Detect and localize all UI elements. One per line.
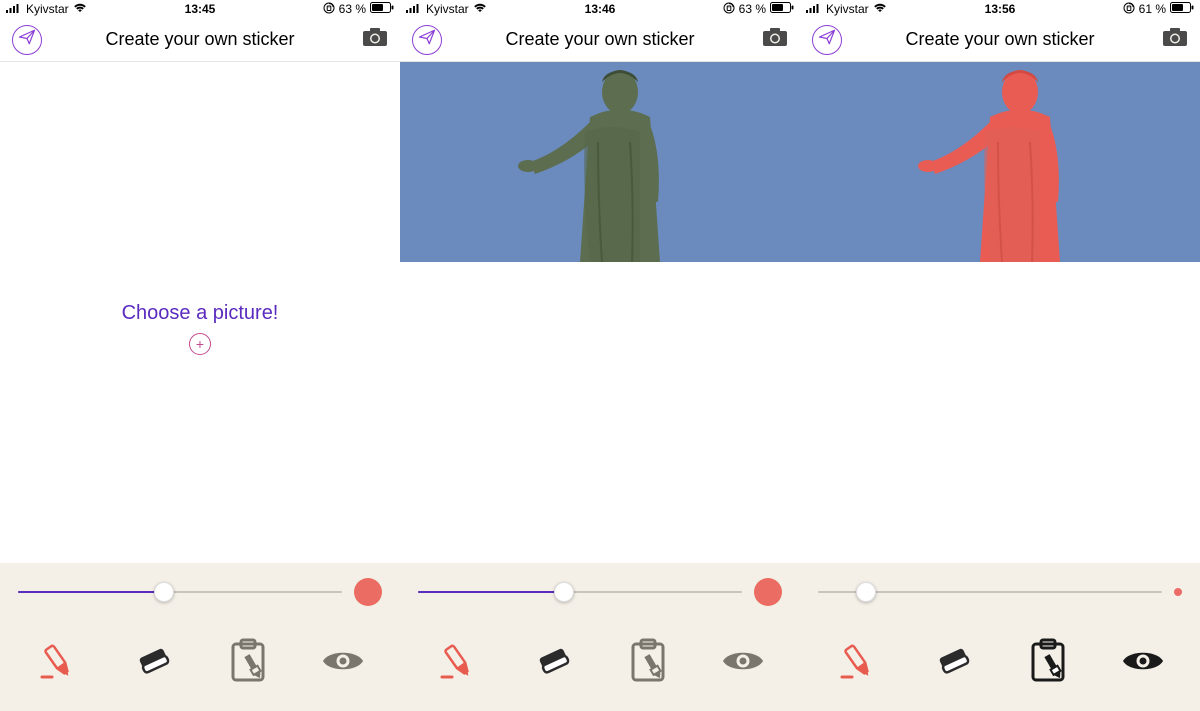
status-bar: Kyivstar 13:45 63 % <box>0 0 400 18</box>
camera-button[interactable] <box>762 27 788 52</box>
status-bar: Kyivstar 13:46 63 % <box>400 0 800 18</box>
send-button[interactable] <box>12 25 42 55</box>
brush-size-preview <box>354 578 382 606</box>
brush-size-preview <box>754 578 782 606</box>
send-icon <box>418 28 436 51</box>
status-bar: Kyivstar 13:56 61 % <box>800 0 1200 18</box>
canvas-image[interactable] <box>400 62 800 262</box>
marker-tool[interactable] <box>434 637 482 685</box>
nav-bar: Create your own sticker <box>0 18 400 62</box>
content-empty: Choose a picture! + <box>0 62 400 563</box>
tools-row <box>800 621 1200 711</box>
camera-icon <box>362 34 388 51</box>
signal-icon <box>406 2 422 16</box>
wifi-icon <box>73 2 87 16</box>
nav-bar: Create your own sticker <box>400 18 800 62</box>
add-picture-button[interactable]: + <box>189 333 211 355</box>
status-time: 13:45 <box>185 2 216 16</box>
status-time: 13:46 <box>585 2 616 16</box>
camera-icon <box>1162 34 1188 51</box>
clipboard-tool[interactable] <box>624 637 672 685</box>
content-image[interactable] <box>400 62 800 563</box>
clipboard-tool[interactable] <box>224 637 272 685</box>
battery-percent: 61 % <box>1139 2 1166 16</box>
brush-size-slider[interactable] <box>418 582 742 602</box>
eraser-tool[interactable] <box>929 637 977 685</box>
status-time: 13:56 <box>985 2 1016 16</box>
plus-icon: + <box>196 336 204 352</box>
brush-size-slider[interactable] <box>18 582 342 602</box>
preview-tool[interactable] <box>319 637 367 685</box>
brush-size-slider[interactable] <box>818 582 1162 602</box>
battery-percent: 63 % <box>739 2 766 16</box>
wifi-icon <box>473 2 487 16</box>
signal-icon <box>806 2 822 16</box>
battery-icon <box>370 2 394 16</box>
marker-tool[interactable] <box>834 637 882 685</box>
camera-button[interactable] <box>1162 27 1188 52</box>
tools-row <box>400 621 800 711</box>
camera-button[interactable] <box>362 27 388 52</box>
send-button[interactable] <box>412 25 442 55</box>
page-title: Create your own sticker <box>105 29 294 50</box>
orientation-lock-icon <box>323 2 335 17</box>
brush-size-row <box>400 563 800 621</box>
battery-percent: 63 % <box>339 2 366 16</box>
send-icon <box>18 28 36 51</box>
marker-tool[interactable] <box>34 637 82 685</box>
canvas-image[interactable] <box>800 62 1200 262</box>
nav-bar: Create your own sticker <box>800 18 1200 62</box>
signal-icon <box>6 2 22 16</box>
carrier-label: Kyivstar <box>826 2 869 16</box>
battery-icon <box>770 2 794 16</box>
tools-row <box>0 621 400 711</box>
preview-tool[interactable] <box>1119 637 1167 685</box>
carrier-label: Kyivstar <box>26 2 69 16</box>
clipboard-tool[interactable] <box>1024 637 1072 685</box>
orientation-lock-icon <box>723 2 735 17</box>
orientation-lock-icon <box>1123 2 1135 17</box>
screen-2: Kyivstar 13:46 63 % Create your own stic… <box>400 0 800 711</box>
preview-tool[interactable] <box>719 637 767 685</box>
brush-size-row <box>800 563 1200 621</box>
battery-icon <box>1170 2 1194 16</box>
bottom-toolbar <box>0 563 400 711</box>
choose-picture-label: Choose a picture! <box>0 302 400 325</box>
wifi-icon <box>873 2 887 16</box>
content-image[interactable] <box>800 62 1200 563</box>
page-title: Create your own sticker <box>905 29 1094 50</box>
brush-size-preview <box>1174 588 1182 596</box>
bottom-toolbar <box>400 563 800 711</box>
send-button[interactable] <box>812 25 842 55</box>
eraser-tool[interactable] <box>129 637 177 685</box>
carrier-label: Kyivstar <box>426 2 469 16</box>
camera-icon <box>762 34 788 51</box>
page-title: Create your own sticker <box>505 29 694 50</box>
send-icon <box>818 28 836 51</box>
screen-3: Kyivstar 13:56 61 % Create your own stic… <box>800 0 1200 711</box>
brush-size-row <box>0 563 400 621</box>
eraser-tool[interactable] <box>529 637 577 685</box>
screen-1: Kyivstar 13:45 63 % Create your own stic… <box>0 0 400 711</box>
bottom-toolbar <box>800 563 1200 711</box>
